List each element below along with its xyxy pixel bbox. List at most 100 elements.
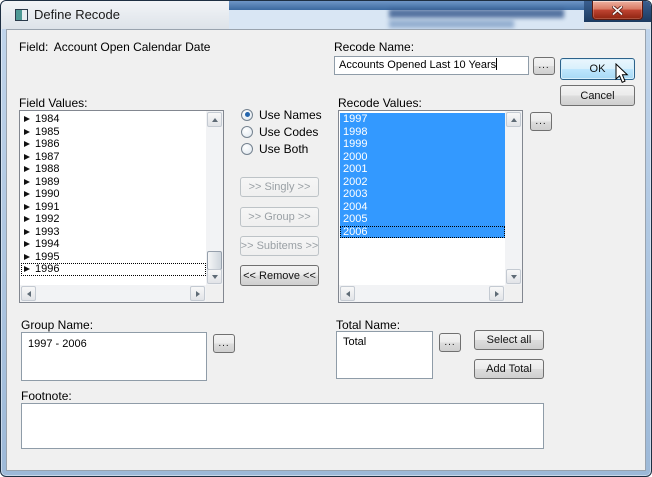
scrollbar-thumb[interactable] — [207, 251, 222, 270]
field-values-item[interactable]: 1993 — [21, 226, 206, 239]
recode-name-input[interactable]: Accounts Opened Last 10 Years — [334, 56, 529, 75]
triangle-icon — [24, 229, 30, 235]
group-name-browse-button[interactable]: ... — [213, 334, 235, 353]
field-value-label: 1993 — [35, 226, 59, 238]
triangle-icon — [24, 141, 30, 147]
scroll-up-button[interactable] — [207, 112, 222, 127]
recode-value-label: 1998 — [343, 126, 367, 138]
group-button[interactable]: >> Group >> — [240, 207, 319, 227]
subitems-button[interactable]: >> Subitems >> — [240, 236, 319, 256]
radio-dot-icon — [245, 112, 250, 117]
field-value-label: 1994 — [35, 238, 59, 250]
cancel-button[interactable]: Cancel — [560, 85, 635, 106]
field-value-label: 1986 — [35, 138, 59, 150]
field-values-item[interactable]: 1990 — [21, 188, 206, 201]
recode-value-label: 2005 — [343, 213, 367, 225]
title-bar[interactable]: Define Recode — [1, 1, 651, 29]
recode-values-item[interactable]: 2006 — [340, 226, 505, 239]
field-values-item[interactable]: 1986 — [21, 138, 206, 151]
footnote-input[interactable] — [21, 403, 544, 449]
horizontal-scrollbar[interactable] — [339, 285, 505, 302]
field-values-item[interactable]: 1989 — [21, 176, 206, 189]
total-name-browse-button[interactable]: ... — [439, 333, 461, 352]
recode-values-item[interactable]: 2005 — [340, 213, 505, 226]
field-values-item[interactable]: 1991 — [21, 201, 206, 214]
field-values-item[interactable]: 1988 — [21, 163, 206, 176]
total-name-label: Total Name: — [336, 318, 400, 332]
triangle-icon — [24, 204, 30, 210]
scroll-right-button[interactable] — [190, 286, 205, 301]
select-all-button[interactable]: Select all — [474, 330, 544, 350]
remove-button[interactable]: << Remove << — [240, 265, 319, 286]
scroll-up-icon — [212, 118, 218, 122]
recode-values-item[interactable]: 1998 — [340, 126, 505, 139]
vertical-scrollbar[interactable] — [505, 111, 522, 285]
mouse-cursor — [615, 63, 630, 84]
vertical-scrollbar[interactable] — [206, 111, 223, 285]
radio-icon — [241, 109, 253, 121]
triangle-icon — [24, 154, 30, 160]
recode-values-item[interactable]: 2004 — [340, 201, 505, 214]
field-values-item[interactable]: 1987 — [21, 151, 206, 164]
add-total-button[interactable]: Add Total — [474, 359, 544, 379]
recode-values-browse-button[interactable]: ... — [530, 112, 552, 131]
field-value-label: 1985 — [35, 126, 59, 138]
field-values-label: Field Values: — [19, 96, 87, 110]
singly-button[interactable]: >> Singly >> — [240, 177, 319, 197]
recode-values-item[interactable]: 2000 — [340, 151, 505, 164]
field-value-label: 1988 — [35, 163, 59, 175]
recode-values-list: 1997 1998 1999 2000 2001 — [340, 112, 505, 285]
field-values-item[interactable]: 1995 — [21, 251, 206, 264]
recode-values-item[interactable]: 1997 — [340, 113, 505, 126]
field-value-label: 1992 — [35, 213, 59, 225]
use-mode-option[interactable]: Use Names — [241, 106, 322, 123]
field-values-item[interactable]: 1996 — [21, 263, 206, 276]
scroll-down-button[interactable] — [207, 269, 222, 284]
recode-values-label: Recode Values: — [338, 96, 422, 110]
horizontal-scrollbar[interactable] — [20, 285, 206, 302]
group-name-input[interactable]: 1997 - 2006 — [21, 332, 207, 381]
field-value-label: 1987 — [35, 151, 59, 163]
field-value-label: 1984 — [35, 113, 59, 125]
recode-value-label: 1997 — [343, 113, 367, 125]
recode-name-browse-button[interactable]: ... — [533, 57, 555, 75]
total-name-text: Total — [343, 336, 366, 348]
triangle-icon — [24, 216, 30, 222]
recode-value-label: 2002 — [343, 176, 367, 188]
recode-values-item[interactable]: 1999 — [340, 138, 505, 151]
background-window — [229, 1, 584, 29]
window-title: Define Recode — [34, 7, 120, 22]
triangle-icon — [24, 116, 30, 122]
use-mode-option[interactable]: Use Both — [241, 140, 322, 157]
triangle-icon — [24, 179, 30, 185]
blurred-text — [389, 20, 514, 28]
recode-value-label: 2003 — [343, 188, 367, 200]
scroll-left-button[interactable] — [340, 286, 355, 301]
field-values-listbox[interactable]: 1984 1985 1986 1987 — [19, 110, 224, 303]
blurred-text — [389, 9, 564, 18]
field-values-item[interactable]: 1984 — [21, 113, 206, 126]
use-mode-option[interactable]: Use Codes — [241, 123, 322, 140]
close-button[interactable] — [592, 1, 643, 20]
text-caret — [496, 58, 497, 70]
scroll-up-button[interactable] — [506, 112, 521, 127]
field-values-list: 1984 1985 1986 1987 — [21, 112, 206, 285]
field-values-item[interactable]: 1992 — [21, 213, 206, 226]
recode-values-item[interactable]: 2003 — [340, 188, 505, 201]
recode-values-item[interactable]: 2001 — [340, 163, 505, 176]
field-values-item[interactable]: 1985 — [21, 126, 206, 139]
field-value-label: 1990 — [35, 188, 59, 200]
field-label: Field: — [19, 40, 48, 54]
radio-icon — [241, 126, 253, 138]
scroll-left-icon — [27, 291, 31, 297]
scroll-right-button[interactable] — [489, 286, 504, 301]
recode-values-listbox[interactable]: 1997 1998 1999 2000 2001 — [338, 110, 523, 303]
scroll-left-button[interactable] — [21, 286, 36, 301]
field-values-item[interactable]: 1994 — [21, 238, 206, 251]
recode-value-label: 2004 — [343, 201, 367, 213]
total-name-input[interactable]: Total — [336, 331, 433, 379]
recode-values-item[interactable]: 2002 — [340, 176, 505, 189]
scroll-down-button[interactable] — [506, 269, 521, 284]
radio-icon — [241, 143, 253, 155]
recode-value-label: 2000 — [343, 151, 367, 163]
